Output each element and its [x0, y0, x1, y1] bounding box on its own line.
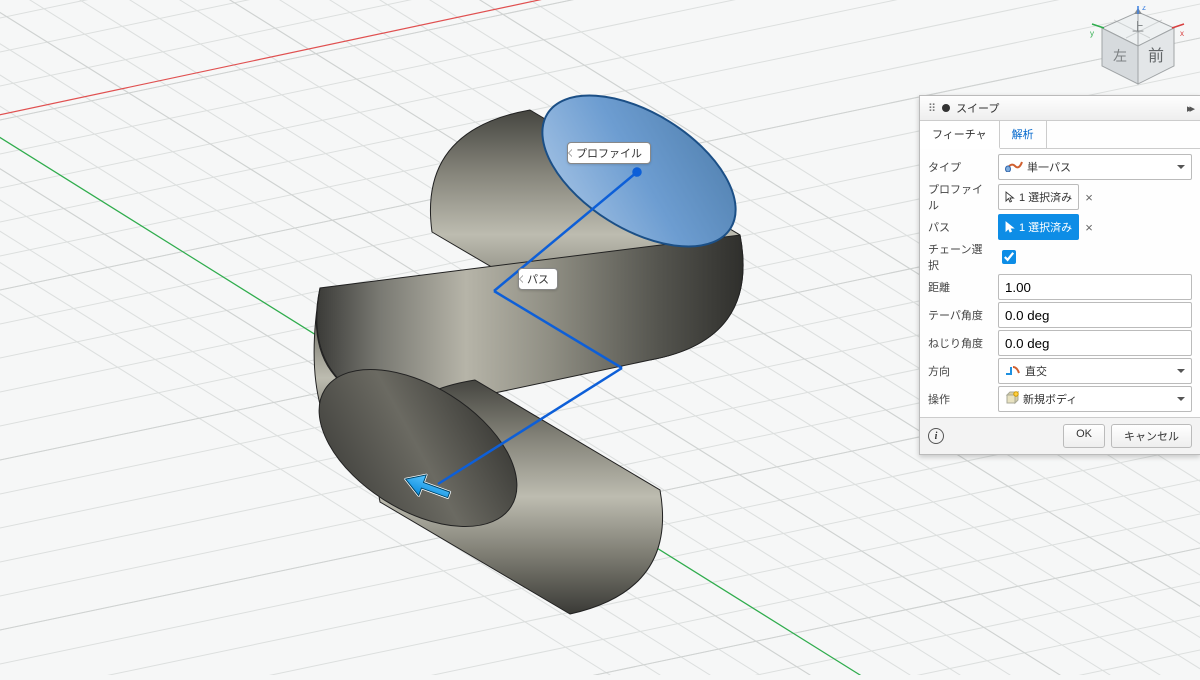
taper-input[interactable] — [998, 302, 1192, 328]
chevron-down-icon — [1177, 369, 1185, 377]
cursor-icon — [1005, 191, 1015, 203]
direction-label: 方向 — [928, 363, 990, 379]
chain-checkbox[interactable] — [1002, 250, 1016, 264]
chevron-down-icon — [1177, 397, 1185, 405]
viewcube[interactable]: 上 左 前 z x y — [1090, 6, 1186, 92]
expand-icon[interactable]: ▸▸ — [1187, 102, 1192, 115]
panel-tabs: フィーチャ 解析 — [920, 121, 1200, 149]
path-label: パス — [928, 219, 990, 235]
svg-text:左: 左 — [1113, 48, 1127, 64]
info-icon[interactable]: i — [928, 428, 944, 444]
path-selection[interactable]: 1 選択済み — [998, 214, 1079, 240]
distance-label: 距離 — [928, 279, 990, 295]
profile-label: プロファイル — [928, 181, 990, 213]
type-select[interactable]: 単一パス — [998, 154, 1192, 180]
profile-selection[interactable]: 1 選択済み — [998, 184, 1079, 210]
sweep-body — [292, 65, 761, 614]
svg-text:y: y — [1090, 29, 1094, 38]
operation-label: 操作 — [928, 391, 990, 407]
callout-profile: プロファイル — [567, 142, 651, 164]
panel-title: スイープ — [956, 100, 999, 116]
drag-grip-icon: ⠿ — [928, 102, 936, 115]
direction-select[interactable]: 直交 — [998, 358, 1192, 384]
clear-path-button[interactable]: × — [1085, 220, 1093, 235]
perpendicular-icon — [1005, 364, 1021, 379]
svg-text:前: 前 — [1148, 47, 1164, 65]
svg-text:上: 上 — [1132, 20, 1144, 34]
clear-profile-button[interactable]: × — [1085, 190, 1093, 205]
single-path-icon — [1005, 160, 1023, 175]
svg-text:x: x — [1180, 29, 1184, 38]
type-label: タイプ — [928, 159, 990, 175]
feature-dot-icon — [942, 104, 950, 112]
operation-select[interactable]: 新規ボディ — [998, 386, 1192, 412]
distance-input[interactable] — [998, 274, 1192, 300]
chain-label: チェーン選択 — [928, 241, 990, 273]
new-body-icon — [1005, 391, 1019, 408]
callout-path: パス — [518, 268, 558, 290]
twist-label: ねじり角度 — [928, 335, 990, 351]
twist-input[interactable] — [998, 330, 1192, 356]
ok-button[interactable]: OK — [1063, 424, 1105, 448]
taper-label: テーパ角度 — [928, 307, 990, 323]
tab-analysis[interactable]: 解析 — [1000, 121, 1047, 148]
tab-feature[interactable]: フィーチャ — [920, 121, 1000, 149]
cancel-button[interactable]: キャンセル — [1111, 424, 1192, 448]
sweep-panel: ⠿ スイープ ▸▸ フィーチャ 解析 タイプ 単一パス プロファイル 1 選択済… — [919, 95, 1200, 455]
svg-text:z: z — [1142, 6, 1146, 12]
cursor-icon — [1005, 221, 1015, 233]
panel-title-bar[interactable]: ⠿ スイープ ▸▸ — [920, 96, 1200, 121]
chevron-down-icon — [1177, 165, 1185, 173]
